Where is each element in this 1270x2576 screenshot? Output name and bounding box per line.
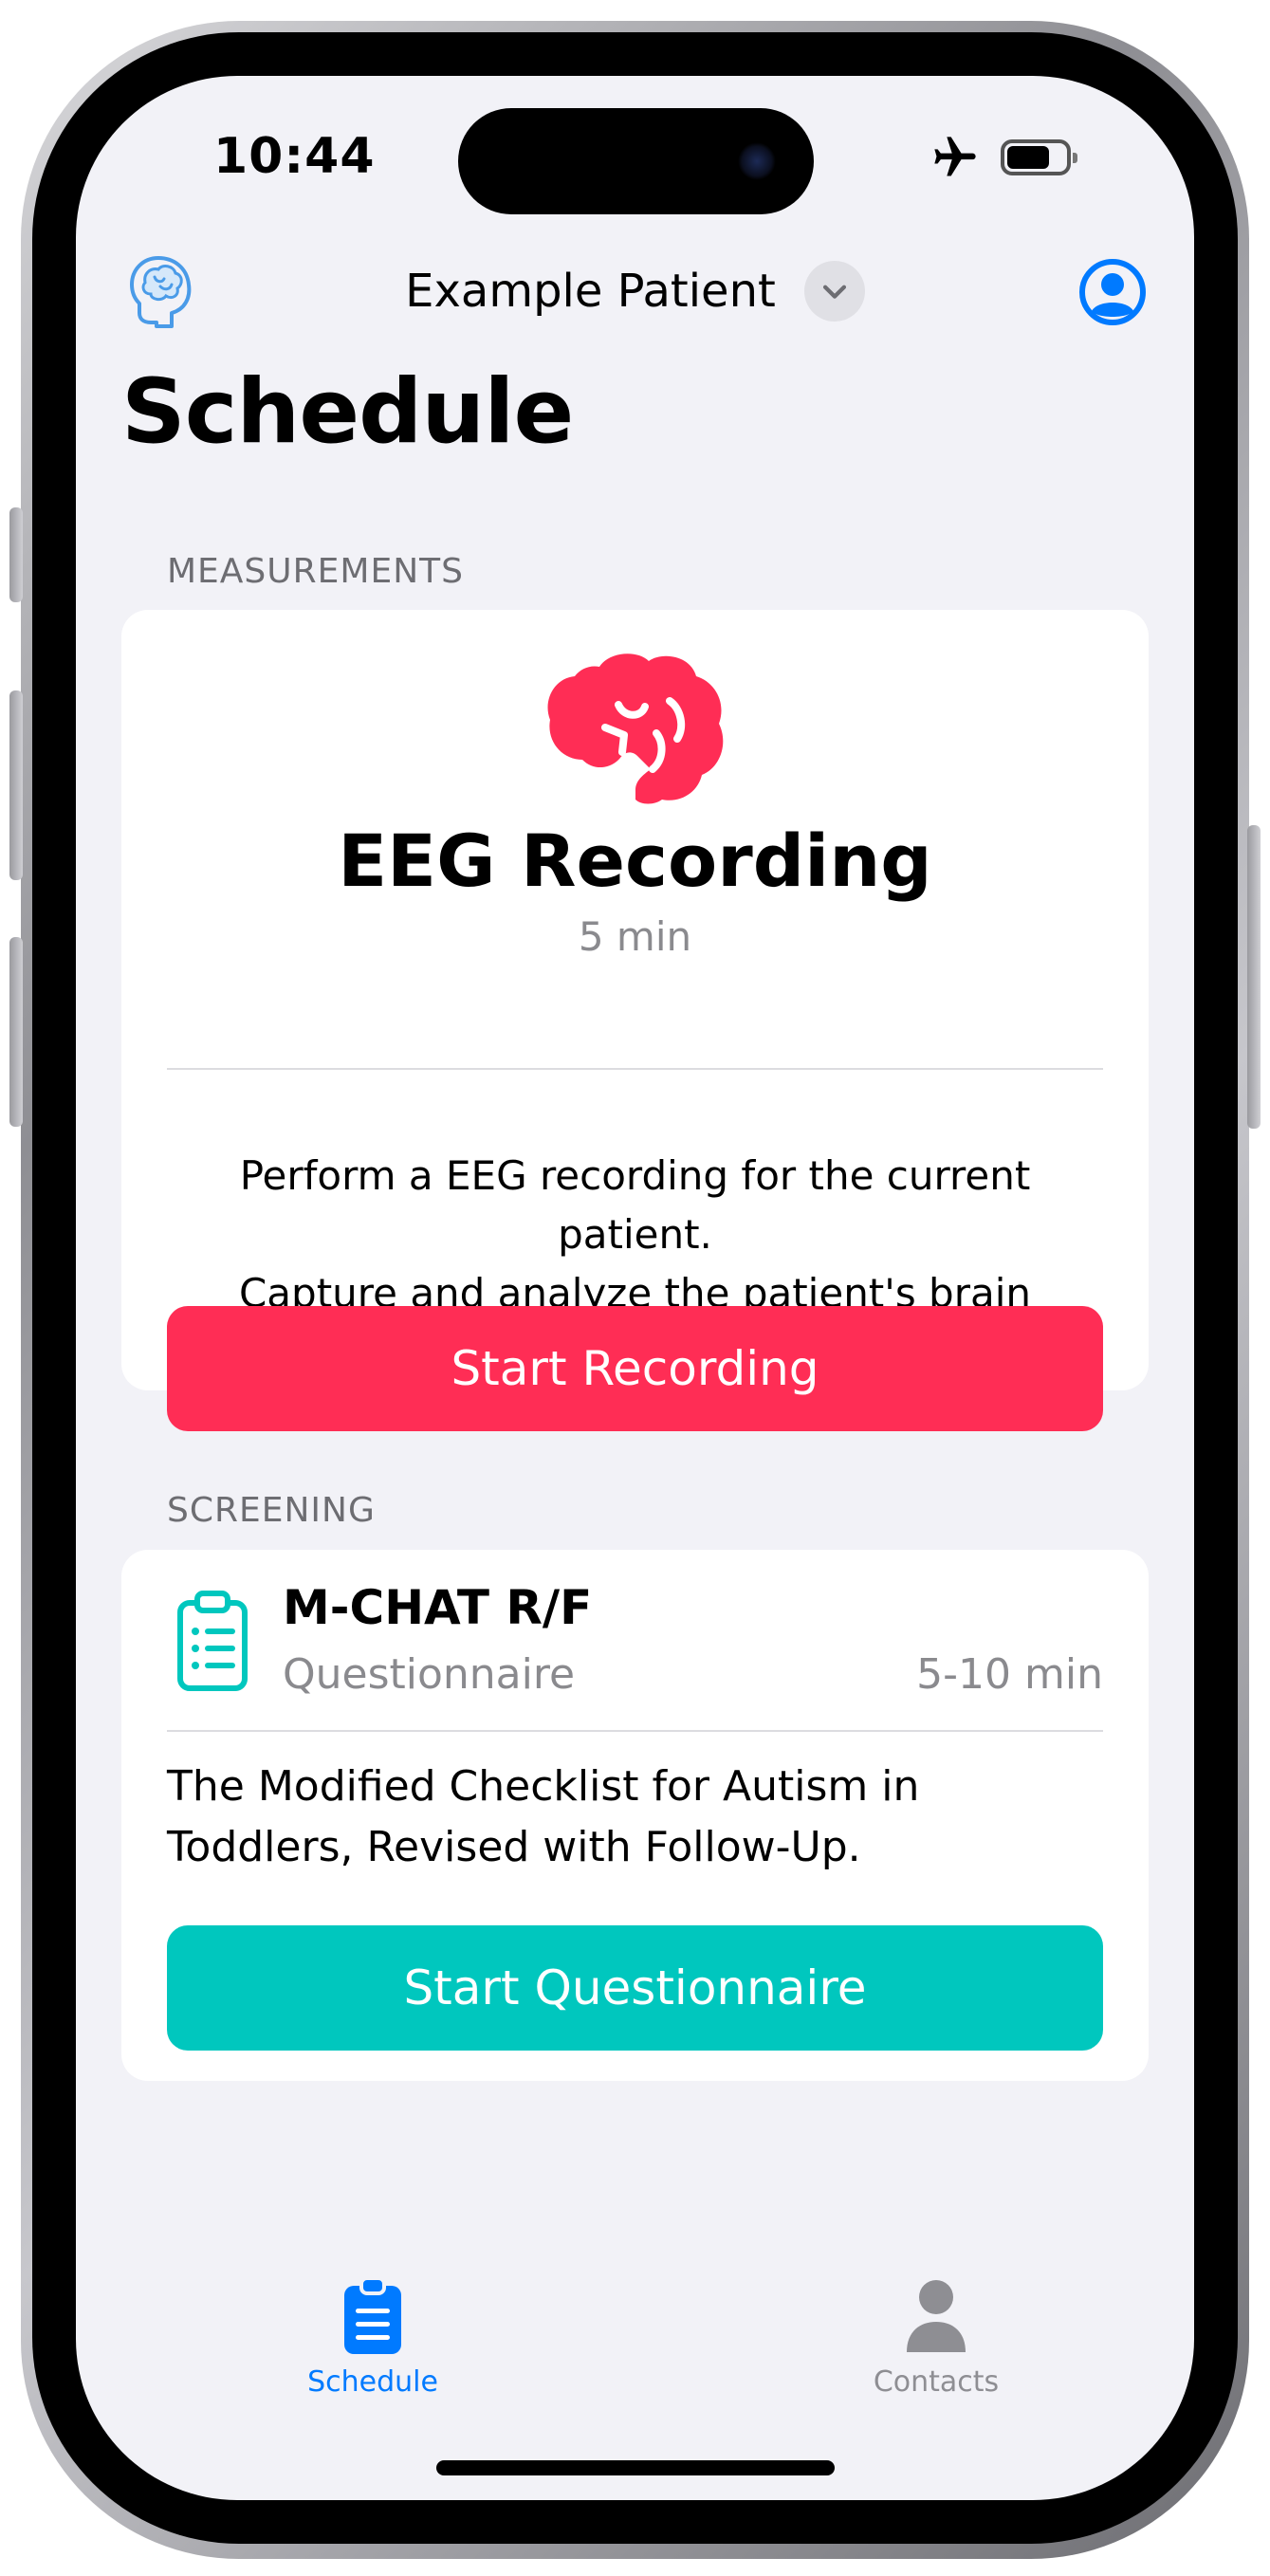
- screen: 10:44 Example Patient Schedule MEASUREME…: [76, 76, 1194, 2500]
- mchat-subtitle: Questionnaire: [283, 1650, 576, 1699]
- tab-schedule-label: Schedule: [307, 2365, 438, 2399]
- mchat-description: The Modified Checklist for Autism in Tod…: [167, 1757, 1111, 1878]
- account-icon[interactable]: [1078, 258, 1147, 326]
- clipboard-icon: [344, 2276, 401, 2354]
- brain-icon: [547, 653, 724, 804]
- eeg-card: EEG Recording 5 min Perform a EEG record…: [121, 610, 1149, 1431]
- volume-up-button: [9, 690, 23, 880]
- chevron-down-icon[interactable]: [803, 261, 865, 322]
- airplane-icon: [934, 137, 976, 176]
- patient-name: Example Patient: [405, 265, 776, 318]
- eeg-duration: 5 min: [578, 913, 692, 960]
- page-title: Schedule: [121, 360, 574, 464]
- status-time: 10:44: [213, 128, 376, 185]
- tab-schedule[interactable]: Schedule: [259, 2276, 487, 2399]
- mchat-card: M-CHAT R/F Questionnaire 5-10 min The Mo…: [121, 1550, 1149, 2081]
- person-icon: [907, 2280, 966, 2352]
- patient-selector[interactable]: Example Patient: [76, 261, 1194, 322]
- home-indicator: [436, 2460, 835, 2475]
- mchat-description-line2: Toddlers, Revised with Follow-Up.: [167, 1823, 861, 1871]
- mchat-divider: [167, 1730, 1103, 1732]
- clipboard-list-icon: [177, 1591, 248, 1691]
- front-camera: [738, 142, 776, 180]
- mchat-description-line1: The Modified Checklist for Autism in: [167, 1762, 920, 1811]
- measurements-header: MEASUREMENTS: [167, 552, 464, 591]
- dynamic-island: [458, 108, 814, 214]
- mchat-title: M-CHAT R/F: [283, 1580, 593, 1635]
- power-button: [1247, 825, 1261, 1129]
- status-icons: [930, 133, 1077, 182]
- mchat-duration: 5-10 min: [916, 1650, 1103, 1699]
- eeg-divider: [167, 1068, 1103, 1070]
- action-button: [9, 507, 23, 602]
- screening-header: SCREENING: [167, 1491, 376, 1530]
- eeg-title: EEG Recording: [338, 819, 932, 903]
- eeg-description-line1: Perform a EEG recording for the current …: [239, 1152, 1031, 1258]
- volume-down-button: [9, 937, 23, 1127]
- battery-icon: [1001, 139, 1077, 175]
- start-recording-button[interactable]: Start Recording: [167, 1306, 1103, 1431]
- tab-contacts[interactable]: Contacts: [822, 2276, 1050, 2399]
- start-questionnaire-button[interactable]: Start Questionnaire: [167, 1925, 1103, 2051]
- tab-contacts-label: Contacts: [873, 2365, 1000, 2399]
